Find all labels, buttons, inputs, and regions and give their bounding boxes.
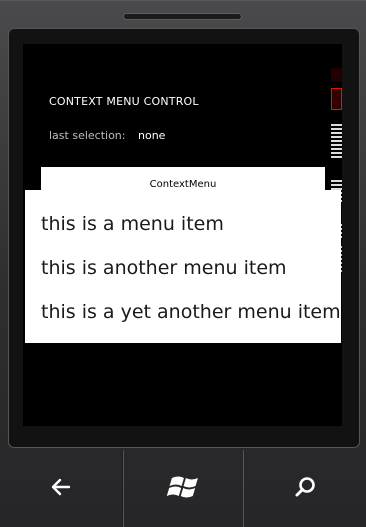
start-button[interactable] [122,450,244,527]
menu-item-2[interactable]: this is another menu item [41,257,287,279]
hardware-nav-bar [0,450,366,527]
page-title: CONTEXT MENU CONTROL [49,95,199,108]
last-selection-label: last selection: [49,129,126,142]
nav-divider [123,450,124,527]
menu-item-3[interactable]: this is a yet another menu item [41,301,341,323]
last-selection-value: none [138,129,166,142]
search-button[interactable] [244,450,366,527]
phone-body: CONTEXT MENU CONTROL last selection: non… [0,0,366,527]
speaker-grille [123,13,242,20]
context-menu-popup: this is a menu item this is another menu… [25,190,341,343]
back-button[interactable] [0,450,122,527]
back-arrow-icon [49,475,73,503]
nav-divider [243,450,244,527]
windows-logo-icon [166,472,200,506]
search-icon [293,475,317,503]
phone-edge-highlight [0,0,366,1]
menu-item-1[interactable]: this is a menu item [41,213,224,235]
